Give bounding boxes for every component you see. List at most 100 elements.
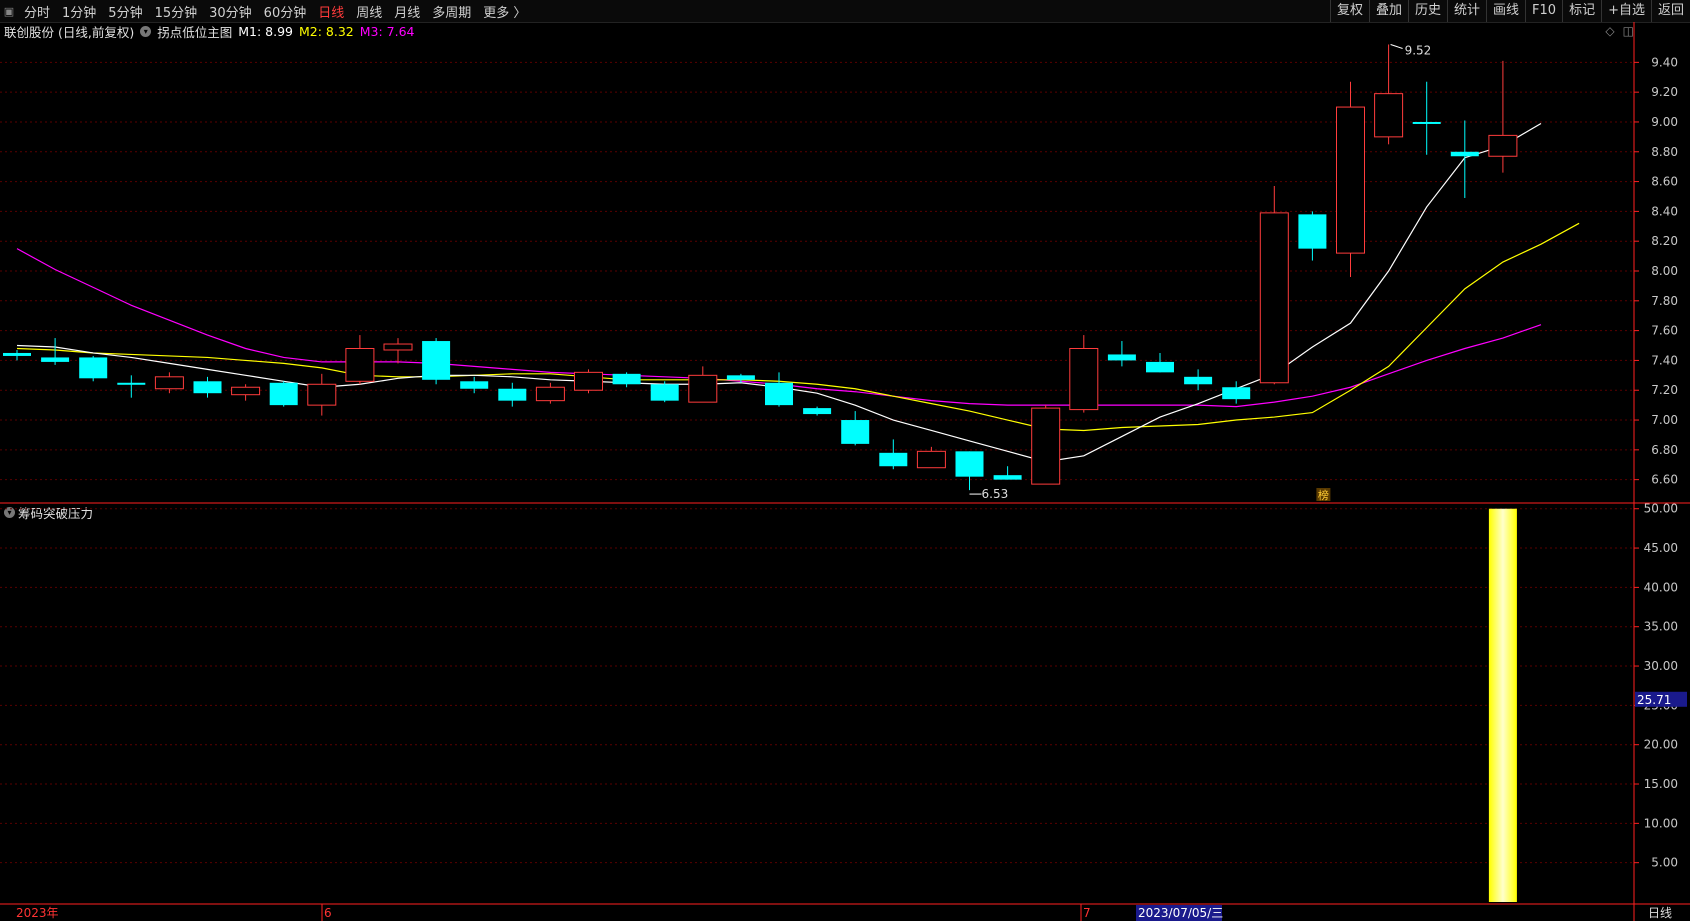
main-ytick-label-12: 9.00 bbox=[1651, 115, 1678, 129]
candle-body-11 bbox=[422, 341, 451, 380]
candle-body-4 bbox=[154, 376, 184, 390]
period-tab-5[interactable]: 60分钟 bbox=[258, 2, 313, 21]
candle-body-28 bbox=[1069, 347, 1099, 411]
candle-body-32 bbox=[1222, 387, 1251, 400]
bang-marker: 榜 bbox=[1318, 488, 1329, 502]
candle-body-31 bbox=[1184, 376, 1213, 385]
toolbar-button-4[interactable]: 画线 bbox=[1486, 0, 1525, 22]
indicator-settings-icon[interactable]: ▾ bbox=[140, 25, 152, 37]
ma2-line bbox=[16, 222, 1580, 432]
main-ytick-label-0: 6.60 bbox=[1651, 473, 1678, 487]
toolbar-button-1[interactable]: 叠加 bbox=[1368, 0, 1408, 22]
menu-toggle-icon[interactable]: ▣ bbox=[0, 0, 18, 22]
stock-title[interactable]: 联创股份 (日线,前复权) bbox=[4, 22, 134, 41]
toolbar-button-0[interactable]: 复权 bbox=[1329, 0, 1369, 22]
axis-labels: 6.60 6.80 7.00 7.20 7.40 7.60 7.80 8.00 8.20 8.40… bbox=[16, 43, 1687, 921]
cursor-value-box bbox=[1635, 691, 1687, 707]
cursor-value-label: 25.71 bbox=[1637, 693, 1671, 707]
x-label-jun: 6 bbox=[324, 906, 332, 920]
period-tab-0[interactable]: 分时 bbox=[18, 2, 56, 21]
main-ytick-label-6: 7.80 bbox=[1651, 294, 1678, 308]
candle-body-34 bbox=[1298, 214, 1327, 249]
indicator-panel-title: ▾ 筹码突破压力 bbox=[4, 503, 93, 522]
period-tab-4[interactable]: 30分钟 bbox=[203, 2, 258, 21]
main-ytick-label-8: 8.20 bbox=[1651, 234, 1678, 248]
chart-info-bar: 联创股份 (日线,前复权) ▾ 拐点低位主图 M1: 8.99 M2: 8.32… bbox=[0, 22, 421, 40]
period-tab-1[interactable]: 1分钟 bbox=[56, 2, 102, 21]
main-ytick-label-13: 9.20 bbox=[1651, 85, 1678, 99]
ind-ytick-label-4: 25.00 bbox=[1644, 698, 1678, 712]
candle-body-21 bbox=[803, 408, 832, 415]
candle-body-30 bbox=[1146, 361, 1174, 373]
toolbar-button-3[interactable]: 统计 bbox=[1447, 0, 1486, 22]
candles bbox=[3, 44, 1518, 491]
cursor-date-label: 2023/07/05/三 bbox=[1138, 906, 1223, 920]
period-tab-3[interactable]: 15分钟 bbox=[149, 2, 204, 21]
candle-body-22 bbox=[841, 420, 870, 444]
indicator-bars bbox=[1488, 508, 1517, 902]
ma1-line bbox=[16, 122, 1542, 463]
candle-body-14 bbox=[535, 386, 565, 402]
candle-body-7 bbox=[269, 382, 298, 406]
period-tab-9[interactable]: 多周期 bbox=[426, 2, 477, 21]
candle-body-35 bbox=[1336, 106, 1365, 254]
candle-body-8 bbox=[307, 383, 337, 406]
ma2-value: M2: 8.32 bbox=[298, 23, 354, 39]
candle-body-17 bbox=[650, 384, 679, 401]
candle-body-23 bbox=[879, 452, 908, 467]
indicator-panel-name[interactable]: 筹码突破压力 bbox=[18, 503, 93, 522]
candle-body-9 bbox=[345, 347, 375, 382]
main-ytick-label-11: 8.80 bbox=[1651, 145, 1678, 159]
candle-body-13 bbox=[498, 388, 527, 401]
candle-body-10 bbox=[383, 343, 413, 351]
candle-body-25 bbox=[955, 451, 984, 477]
ind-ytick-label-0: 5.00 bbox=[1651, 856, 1678, 870]
high-arrow bbox=[1390, 43, 1403, 49]
candle-body-37 bbox=[1412, 121, 1441, 124]
toolbar-button-6[interactable]: 标记 bbox=[1562, 0, 1601, 22]
period-tab-7[interactable]: 周线 bbox=[350, 2, 388, 21]
candle-body-29 bbox=[1107, 354, 1136, 361]
period-tab-8[interactable]: 月线 bbox=[388, 2, 426, 21]
period-tab-6[interactable]: 日线 bbox=[312, 2, 350, 21]
period-label: 日线 bbox=[1648, 906, 1672, 920]
candle-body-33 bbox=[1259, 212, 1289, 384]
toolbar-button-5[interactable]: F10 bbox=[1525, 0, 1562, 22]
window-icon[interactable]: ◫ bbox=[1623, 24, 1634, 38]
diamond-icon[interactable]: ◇ bbox=[1605, 24, 1614, 38]
ind-ytick-label-3: 20.00 bbox=[1644, 738, 1678, 752]
bang-marker-bg bbox=[1316, 488, 1331, 501]
period-tab-10[interactable]: 更多 〉 bbox=[477, 2, 532, 21]
main-ytick-label-14: 9.40 bbox=[1651, 55, 1678, 69]
candle-body-39 bbox=[1488, 134, 1518, 157]
low-label: 6.53 bbox=[982, 487, 1009, 501]
period-tab-2[interactable]: 5分钟 bbox=[102, 2, 148, 21]
candle-body-2 bbox=[79, 357, 108, 379]
ind-ytick-label-9: 50.00 bbox=[1644, 502, 1678, 516]
toolbar-button-7[interactable]: +自选 bbox=[1601, 0, 1651, 22]
ind-ytick-label-6: 35.00 bbox=[1644, 620, 1678, 634]
candle-body-0 bbox=[3, 352, 31, 356]
ind-ytick-label-8: 45.00 bbox=[1644, 541, 1678, 555]
ind-ytick-label-2: 15.00 bbox=[1644, 777, 1678, 791]
candle-body-26 bbox=[993, 475, 1022, 480]
x-label-jul: 7 bbox=[1083, 906, 1091, 920]
chart-canvas: 6.60 6.80 7.00 7.20 7.40 7.60 7.80 8.00 8.20 8.40… bbox=[0, 22, 1690, 921]
main-ytick-label-7: 8.00 bbox=[1651, 264, 1678, 278]
main-ytick-label-10: 8.60 bbox=[1651, 175, 1678, 189]
indicator-panel-settings-icon[interactable]: ▾ bbox=[4, 507, 15, 518]
indicator-bar bbox=[1488, 508, 1517, 902]
main-ytick-label-9: 8.40 bbox=[1651, 204, 1678, 218]
period-tabs: 分时 1分钟 5分钟 15分钟 30分钟 60分钟 日线 周线 月线 多周期 更多 〉 bbox=[18, 2, 532, 21]
high-label: 9.52 bbox=[1405, 43, 1432, 57]
candle-body-18 bbox=[688, 374, 718, 403]
candle-body-27 bbox=[1031, 407, 1061, 485]
candle-body-19 bbox=[726, 375, 755, 380]
indicator-name[interactable]: 拐点低位主图 bbox=[157, 22, 232, 41]
toolbar-button-8[interactable]: 返回 bbox=[1650, 0, 1690, 22]
period-toolbar: ▣ 分时 1分钟 5分钟 15分钟 30分钟 60分钟 日线 周线 月线 多周期 更多 〉 复权 叠加… bbox=[0, 0, 1690, 23]
main-ytick-label-5: 7.60 bbox=[1651, 324, 1678, 338]
ind-ytick-label-5: 30.00 bbox=[1644, 659, 1678, 673]
cursor-date-box bbox=[1136, 905, 1222, 921]
toolbar-button-2[interactable]: 历史 bbox=[1407, 0, 1447, 22]
